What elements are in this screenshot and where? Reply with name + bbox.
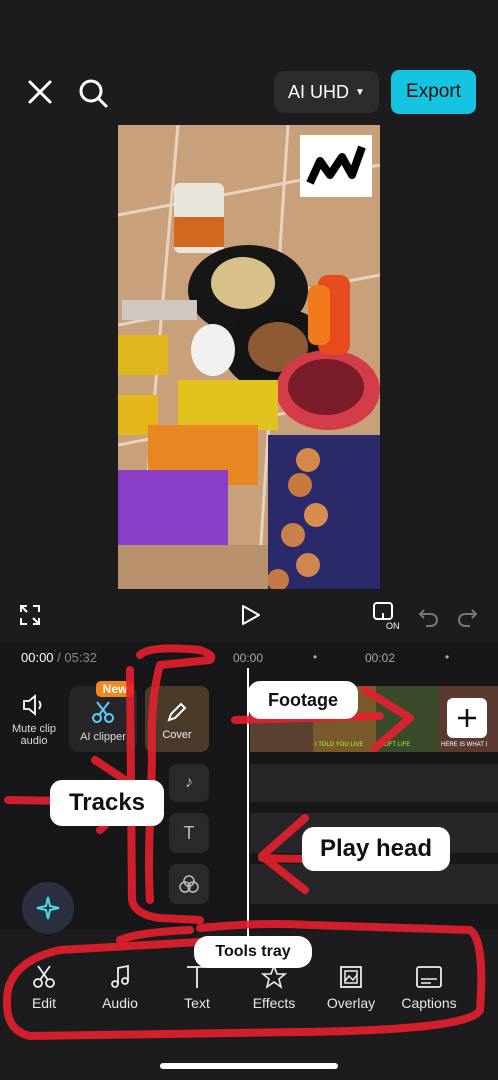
redo-button[interactable] xyxy=(456,605,478,627)
toolbar-item-text[interactable]: Text xyxy=(167,964,227,1011)
play-button[interactable] xyxy=(238,603,262,627)
ai-clipper-icon xyxy=(92,701,114,723)
export-button[interactable]: Export xyxy=(391,70,476,114)
keyframe-toggle-icon: ON xyxy=(373,602,400,631)
search-button[interactable] xyxy=(76,76,110,110)
scissors-icon xyxy=(33,965,55,988)
export-label: Export xyxy=(406,81,461,102)
toolbar: Edit Audio Text Effects Overlay Captions xyxy=(0,960,498,1020)
redo-icon xyxy=(458,609,478,627)
sparkle-icon xyxy=(36,896,60,920)
expand-icon xyxy=(20,605,40,625)
time-separator: / xyxy=(57,650,61,665)
home-indicator xyxy=(160,1063,338,1069)
ai-clipper-label: AI clipper xyxy=(80,731,126,743)
search-icon xyxy=(79,79,108,108)
add-text-track-button[interactable]: T xyxy=(169,813,209,853)
cover-label: Cover xyxy=(162,729,192,741)
annotation-tools-tray: Tools tray xyxy=(194,936,312,968)
mute-clip-audio-button[interactable]: Mute clip audio xyxy=(6,692,62,752)
annotation-tracks: Tracks xyxy=(50,780,164,826)
toolbar-label: Text xyxy=(184,995,210,1011)
toolbar-item-captions[interactable]: Captions xyxy=(396,964,462,1011)
fullscreen-button[interactable] xyxy=(18,603,42,627)
video-preview[interactable] xyxy=(118,125,380,589)
toolbar-item-edit[interactable]: Edit xyxy=(14,964,74,1011)
time-counter: 00:00 / 05:32 xyxy=(21,650,97,665)
new-badge: New xyxy=(96,681,134,697)
quality-label: AI UHD xyxy=(288,81,350,102)
toolbar-label: Audio xyxy=(102,995,138,1011)
play-icon xyxy=(242,605,260,625)
annotation-play-head: Play head xyxy=(302,827,450,871)
clip-caption: I TOLD YOU LIVE xyxy=(315,742,364,748)
add-effects-track-button[interactable] xyxy=(169,864,209,904)
cover-button[interactable]: Cover xyxy=(145,686,209,752)
overlay-circles-icon xyxy=(179,875,199,893)
toolbar-label: Captions xyxy=(401,995,457,1011)
close-button[interactable] xyxy=(24,76,56,108)
music-note-icon: ♪ xyxy=(185,774,193,791)
preview-image xyxy=(118,125,380,589)
chevron-down-icon: ▼ xyxy=(355,86,365,98)
total-time: 05:32 xyxy=(64,650,97,665)
close-icon xyxy=(28,80,52,104)
ai-assistant-button[interactable] xyxy=(22,882,74,934)
add-clip-button[interactable] xyxy=(447,698,487,738)
quality-dropdown[interactable]: AI UHD ▼ xyxy=(274,71,379,113)
image-icon xyxy=(340,966,362,988)
text-icon: T xyxy=(183,822,195,843)
ruler-tick-0: 00:00 xyxy=(233,651,264,665)
clip-caption: HERE IS WHAT I xyxy=(441,742,488,748)
toolbar-item-audio[interactable]: Audio xyxy=(90,964,150,1011)
toolbar-item-effects[interactable]: Effects xyxy=(244,963,304,1011)
speaker-icon xyxy=(23,694,42,716)
plus-icon xyxy=(458,709,476,727)
toolbar-item-overlay[interactable]: Overlay xyxy=(321,964,381,1011)
clip-thumbnail: SOFT LIFE xyxy=(376,686,439,752)
toolbar-label: Overlay xyxy=(326,995,376,1011)
ruler-dot: • xyxy=(445,650,450,664)
music-note-icon xyxy=(111,964,129,988)
ruler-dot: • xyxy=(313,650,318,664)
svg-text:ON: ON xyxy=(386,621,400,631)
current-time: 00:00 xyxy=(21,650,54,665)
toolbar-label: Edit xyxy=(31,995,57,1011)
undo-button[interactable] xyxy=(418,605,440,627)
annotation-footage: Footage xyxy=(248,681,358,719)
clip-caption: SOFT LIFE xyxy=(380,742,411,748)
audio-track-row[interactable] xyxy=(250,764,498,802)
ruler-tick-2: 00:02 xyxy=(365,651,396,665)
mute-clip-audio-label: Mute clip audio xyxy=(11,723,57,747)
captions-icon xyxy=(416,966,442,988)
toolbar-label: Effects xyxy=(252,995,296,1011)
add-audio-track-button[interactable]: ♪ xyxy=(169,764,209,802)
edit-pencil-icon xyxy=(167,702,187,722)
undo-icon xyxy=(418,609,438,627)
keyframe-toggle-button[interactable]: ON xyxy=(372,601,404,631)
